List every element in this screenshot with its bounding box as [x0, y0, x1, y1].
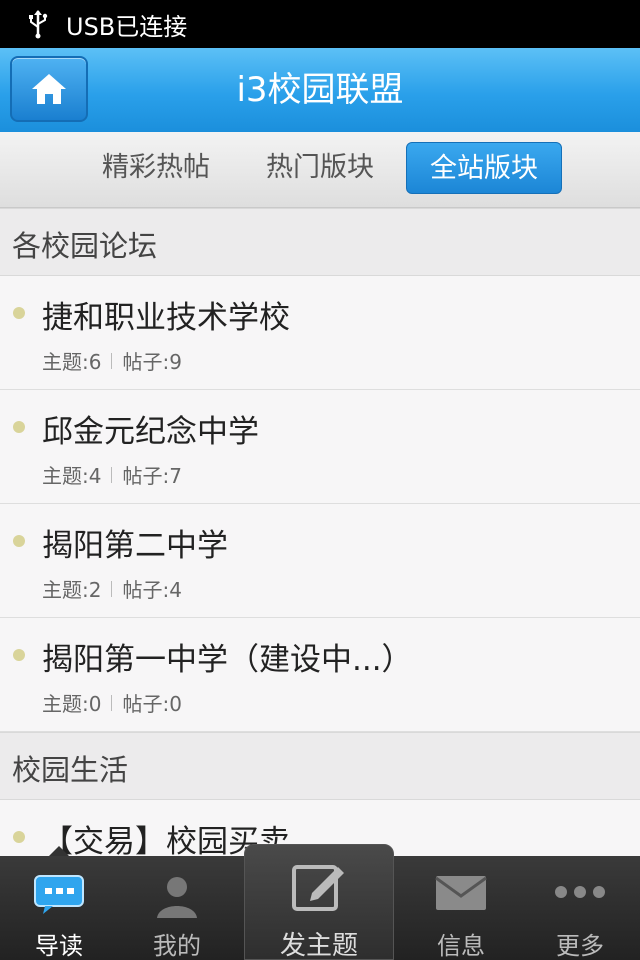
- nav-label: 导读: [35, 932, 83, 960]
- app-screen: USB已连接 i3校园联盟 精彩热帖 热门版块 全站版块 各校园论坛 捷和职业技…: [0, 0, 640, 960]
- bullet-icon: [13, 421, 25, 433]
- nav-label: 发主题: [279, 931, 358, 960]
- tab-hot-boards[interactable]: 热门版块: [254, 142, 386, 194]
- section-title: 校园生活: [12, 753, 129, 787]
- page-title: i3校园联盟: [236, 70, 404, 110]
- list-item[interactable]: 揭阳第一中学（建设中...） 主题:0 帖子:0: [0, 618, 640, 732]
- app-header: i3校园联盟: [0, 48, 640, 132]
- nav-messages[interactable]: 信息: [402, 856, 520, 960]
- nav-label: 信息: [437, 932, 485, 960]
- tab-hot-posts[interactable]: 精彩热帖: [90, 142, 222, 194]
- tab-bar: 精彩热帖 热门版块 全站版块: [0, 132, 640, 208]
- bullet-icon: [13, 649, 25, 661]
- list-item[interactable]: 捷和职业技术学校 主题:6 帖子:9: [0, 276, 640, 390]
- nav-mine[interactable]: 我的: [118, 856, 236, 960]
- board-stats: 主题:0 帖子:0: [42, 688, 182, 717]
- home-icon: [32, 74, 66, 104]
- board-name: 揭阳第二中学: [42, 528, 228, 564]
- nav-more[interactable]: 更多: [520, 856, 640, 960]
- board-stats: 主题:4 帖子:7: [42, 460, 182, 489]
- divider: [111, 466, 113, 483]
- divider: [111, 352, 113, 369]
- nav-label: 我的: [153, 932, 201, 960]
- board-name: 捷和职业技术学校: [42, 300, 290, 336]
- list-item[interactable]: 揭阳第二中学 主题:2 帖子:4: [0, 504, 640, 618]
- divider: [111, 694, 113, 711]
- tab-all-boards[interactable]: 全站版块: [406, 142, 562, 194]
- bullet-icon: [13, 307, 25, 319]
- compose-icon: [292, 865, 344, 911]
- topic-count: 主题:6: [42, 350, 102, 374]
- nav-compose[interactable]: 发主题: [244, 844, 394, 960]
- topic-count: 主题:2: [42, 578, 102, 602]
- status-text: USB已连接: [66, 12, 188, 41]
- section-header: 校园生活: [0, 732, 640, 800]
- board-name: 邱金元纪念中学: [42, 414, 259, 450]
- usb-icon: [29, 10, 48, 39]
- status-bar: USB已连接: [0, 0, 640, 48]
- list-item[interactable]: 邱金元纪念中学 主题:4 帖子:7: [0, 390, 640, 504]
- more-icon: [555, 886, 605, 898]
- board-name: 揭阳第一中学（建设中...）: [42, 642, 413, 678]
- bullet-icon: [13, 831, 25, 843]
- section-header: 各校园论坛: [0, 208, 640, 276]
- topic-count: 主题:4: [42, 464, 102, 488]
- user-icon: [157, 877, 197, 918]
- post-count: 帖子:0: [122, 692, 182, 716]
- board-stats: 主题:2 帖子:4: [42, 574, 182, 603]
- topic-count: 主题:0: [42, 692, 102, 716]
- bottom-nav: 导读 我的 发主题 信息 更多: [0, 844, 640, 960]
- chat-bubble-icon: [34, 875, 84, 914]
- post-count: 帖子:4: [122, 578, 182, 602]
- nav-guide[interactable]: 导读: [0, 856, 118, 960]
- mail-icon: [435, 876, 487, 910]
- section-title: 各校园论坛: [12, 229, 158, 263]
- nav-label: 更多: [556, 932, 604, 960]
- bullet-icon: [13, 535, 25, 547]
- divider: [111, 580, 113, 597]
- post-count: 帖子:7: [122, 464, 182, 488]
- active-indicator: [49, 846, 69, 856]
- board-stats: 主题:6 帖子:9: [42, 346, 182, 375]
- home-button[interactable]: [10, 56, 88, 122]
- post-count: 帖子:9: [122, 350, 182, 374]
